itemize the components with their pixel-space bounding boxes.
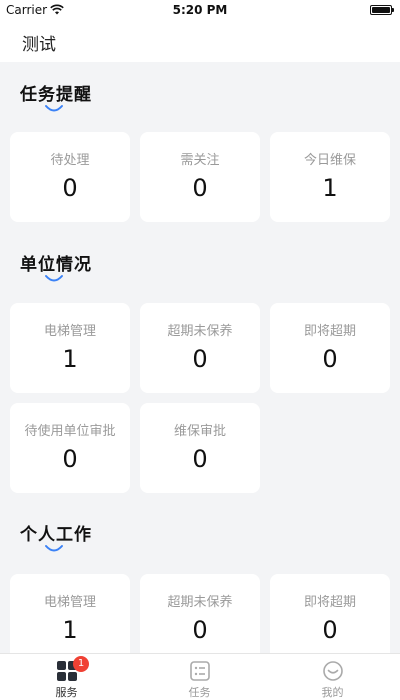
status-bar: Carrier 5:20 PM xyxy=(0,0,400,20)
card-label: 超期未保养 xyxy=(167,595,233,610)
list-icon xyxy=(190,661,210,681)
card-overdue-maintenance[interactable]: 超期未保养 0 xyxy=(140,574,260,654)
card-value: 0 xyxy=(322,616,338,644)
card-overdue-maintenance[interactable]: 超期未保养 0 xyxy=(140,303,260,393)
section-title-tasks: 任务提醒 xyxy=(20,85,92,105)
card-value: 0 xyxy=(322,345,338,373)
tab-label: 任务 xyxy=(188,686,211,699)
tab-bar: 1 服务 任务 我的 xyxy=(0,653,400,700)
card-value: 1 xyxy=(62,616,78,644)
card-label: 超期未保养 xyxy=(167,324,233,339)
card-value: 0 xyxy=(62,445,78,473)
card-about-to-expire[interactable]: 即将超期 0 xyxy=(270,303,390,393)
profile-icon xyxy=(323,661,343,681)
card-label: 今日维保 xyxy=(303,153,356,168)
tab-label: 我的 xyxy=(321,686,344,699)
status-time: 5:20 PM xyxy=(172,3,228,17)
page-title: 测试 xyxy=(22,35,56,55)
section-underline-icon xyxy=(45,105,63,112)
nav-bar: 测试 xyxy=(0,20,400,62)
card-label: 需关注 xyxy=(180,153,220,168)
card-value: 0 xyxy=(192,345,208,373)
card-pending-unit-approval[interactable]: 待使用单位审批 0 xyxy=(10,403,130,493)
tab-profile[interactable]: 我的 xyxy=(266,654,399,700)
card-value: 0 xyxy=(192,616,208,644)
card-attention[interactable]: 需关注 0 xyxy=(140,132,260,222)
card-value: 0 xyxy=(192,174,208,202)
section-task-reminders: 任务提醒 待处理 0 需关注 0 今日维保 1 xyxy=(0,80,400,260)
main-content[interactable]: 任务提醒 待处理 0 需关注 0 今日维保 1 单位情况 电梯管理 1 超期未保… xyxy=(0,62,400,654)
section-title-personal: 个人工作 xyxy=(20,525,92,545)
tab-tasks[interactable]: 任务 xyxy=(133,654,266,700)
notification-badge: 1 xyxy=(73,656,89,672)
card-value: 1 xyxy=(62,345,78,373)
card-label: 即将超期 xyxy=(303,595,356,610)
card-value: 1 xyxy=(322,174,338,202)
card-elevator-management[interactable]: 电梯管理 1 xyxy=(10,303,130,393)
section-underline-icon xyxy=(45,275,63,282)
tab-service[interactable]: 1 服务 xyxy=(0,654,133,700)
card-about-to-expire[interactable]: 即将超期 0 xyxy=(270,574,390,654)
section-personal-work: 个人工作 电梯管理 1 超期未保养 0 即将超期 0 xyxy=(0,520,400,654)
card-pending[interactable]: 待处理 0 xyxy=(10,132,130,222)
section-underline-icon xyxy=(45,545,63,552)
card-label: 电梯管理 xyxy=(43,324,96,339)
section-title-unit: 单位情况 xyxy=(20,255,92,275)
card-elevator-management[interactable]: 电梯管理 1 xyxy=(10,574,130,654)
card-today-maintenance[interactable]: 今日维保 1 xyxy=(270,132,390,222)
card-maintenance-approval[interactable]: 维保审批 0 xyxy=(140,403,260,493)
battery-icon xyxy=(370,5,394,15)
card-value: 0 xyxy=(192,445,208,473)
card-label: 待处理 xyxy=(50,153,90,168)
card-label: 维保审批 xyxy=(173,424,226,439)
card-label: 待使用单位审批 xyxy=(24,424,116,439)
card-label: 电梯管理 xyxy=(43,595,96,610)
section-unit-status: 单位情况 电梯管理 1 超期未保养 0 即将超期 0 待使用单位审批 0 维保审… xyxy=(0,250,400,550)
card-label: 即将超期 xyxy=(303,324,356,339)
card-value: 0 xyxy=(62,174,78,202)
tab-label: 服务 xyxy=(55,686,78,699)
